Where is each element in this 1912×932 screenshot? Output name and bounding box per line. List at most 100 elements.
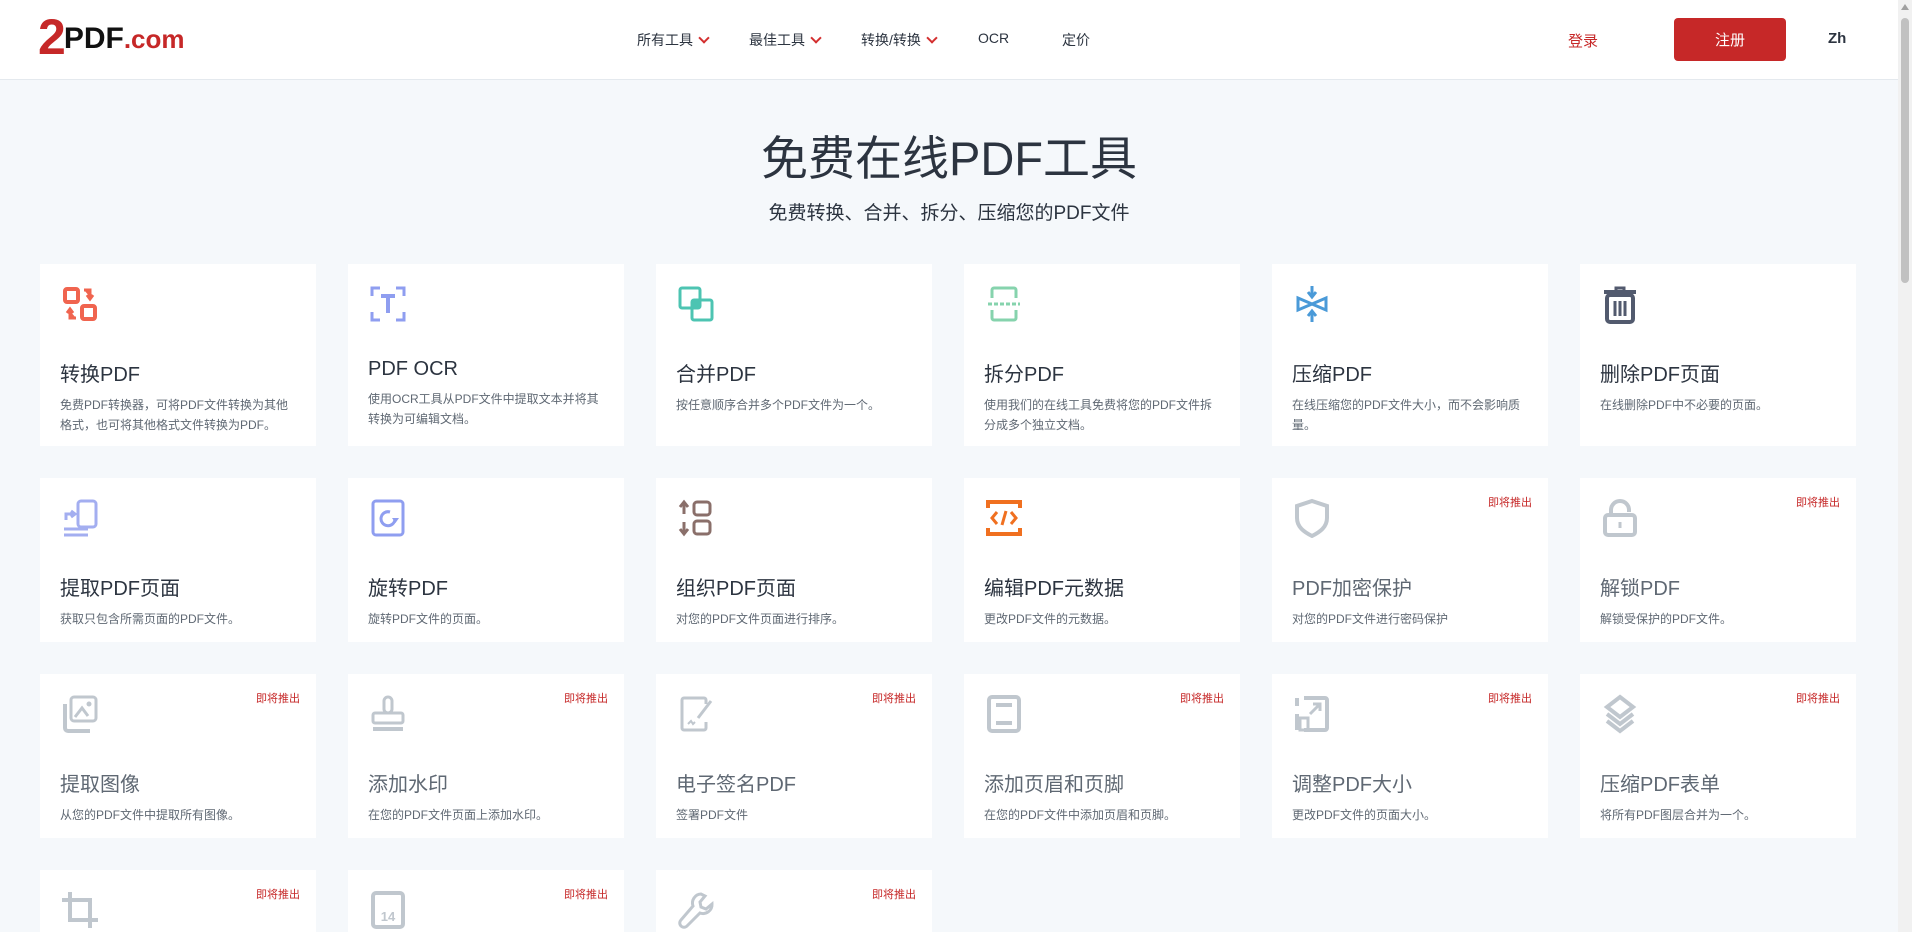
tool-card[interactable]: 转换PDF 免费PDF转换器，可将PDF文件转换为其他格式，也可将其他格式文件转换… — [40, 264, 316, 446]
nav-best-tools[interactable]: 最佳工具 — [749, 30, 820, 50]
tool-description: 从您的PDF文件中提取所有图像。 — [60, 805, 296, 825]
split-icon — [984, 284, 1024, 324]
coming-soon-badge: 即将推出 — [1180, 690, 1224, 706]
tool-card[interactable]: 即将推出解锁PDF 解锁受保护的PDF文件。 — [1580, 478, 1856, 642]
nav-pricing[interactable]: 定价 — [1062, 30, 1090, 50]
coming-soon-badge: 即将推出 — [256, 886, 300, 902]
tool-title: 拆分PDF — [984, 358, 1220, 387]
tool-title: 转换PDF — [60, 358, 296, 387]
nav-label: 最佳工具 — [749, 30, 805, 50]
nav-label: 定价 — [1062, 30, 1090, 50]
tool-card[interactable]: 即将推出 — [656, 870, 932, 932]
tools-grid: 转换PDF 免费PDF转换器，可将PDF文件转换为其他格式，也可将其他格式文件转换… — [40, 264, 1856, 932]
merge-icon — [676, 284, 716, 324]
tool-title: 删除PDF页面 — [1600, 358, 1836, 387]
tool-card[interactable]: 拆分PDF 使用我们的在线工具免费将您的PDF文件拆分成多个独立文档。 — [964, 264, 1240, 446]
tool-card[interactable]: 即将推出压缩PDF表单将所有PDF图层合并为一个。 — [1580, 674, 1856, 838]
tool-card[interactable]: 即将推出PDF加密保护对您的PDF文件进行密码保护 — [1272, 478, 1548, 642]
coming-soon-badge: 即将推出 — [1488, 690, 1532, 706]
tool-description: 在您的PDF文件中添加页眉和页脚。 — [984, 805, 1220, 825]
tool-card[interactable]: 删除PDF页面在线删除PDF中不必要的页面。 — [1580, 264, 1856, 446]
tool-description: 解锁受保护的PDF文件。 — [1600, 609, 1836, 629]
compress-icon — [1292, 284, 1332, 324]
tool-title: 调整PDF大小 — [1292, 768, 1528, 797]
tool-description: 对您的PDF文件进行密码保护 — [1292, 609, 1528, 629]
logo[interactable]: 2 PDF .com — [38, 12, 185, 62]
tool-card[interactable]: PDF OCR使用OCR工具从PDF文件中提取文本并将其转换为可编辑文档。 — [348, 264, 624, 446]
scroll-up-icon[interactable] — [1901, 4, 1909, 10]
tool-card[interactable]: 旋转PDF旋转PDF文件的页面。 — [348, 478, 624, 642]
crop-icon — [60, 890, 100, 930]
nav-ocr[interactable]: OCR — [978, 30, 1009, 46]
logo-pdf: PDF — [64, 24, 124, 54]
tool-card[interactable]: 即将推出调整PDF大小更改PDF文件的页面大小。 — [1272, 674, 1548, 838]
tool-description: 将所有PDF图层合并为一个。 — [1600, 805, 1836, 825]
tool-card[interactable]: 即将推出电子签名PDF 签署PDF文件 — [656, 674, 932, 838]
tool-card[interactable]: 组织PDF页面对您的PDF文件页面进行排序。 — [656, 478, 932, 642]
unlock-icon — [1600, 498, 1640, 538]
language-selector[interactable]: Zh — [1828, 30, 1846, 47]
svg-text:14: 14 — [381, 909, 396, 924]
convert-icon — [60, 284, 100, 324]
tool-description: 在线压缩您的PDF文件大小，而不会影响质量。 — [1292, 395, 1528, 435]
shield-icon — [1292, 498, 1332, 538]
chevron-down-icon — [698, 32, 709, 43]
tool-title: 电子签名PDF — [676, 768, 912, 797]
extract-pages-icon — [60, 498, 100, 538]
tool-card[interactable]: 即将推出添加水印在您的PDF文件页面上添加水印。 — [348, 674, 624, 838]
nav-all-tools[interactable]: 所有工具 — [637, 30, 708, 50]
tool-card[interactable]: 即将推出添加页眉和页脚在您的PDF文件中添加页眉和页脚。 — [964, 674, 1240, 838]
tool-description: 使用我们的在线工具免费将您的PDF文件拆分成多个独立文档。 — [984, 395, 1220, 435]
scrollbar-thumb[interactable] — [1901, 18, 1909, 283]
tool-title: 解锁PDF — [1600, 572, 1836, 601]
login-link[interactable]: 登录 — [1568, 30, 1598, 51]
coming-soon-badge: 即将推出 — [564, 886, 608, 902]
image-icon — [60, 694, 100, 734]
tool-description: 更改PDF文件的页面大小。 — [1292, 805, 1528, 825]
scrollbar[interactable] — [1898, 0, 1912, 932]
coming-soon-badge: 即将推出 — [872, 690, 916, 706]
page-title: 免费在线PDF工具 — [0, 120, 1898, 189]
resize-icon — [1292, 694, 1332, 734]
chevron-down-icon — [926, 32, 937, 43]
code-icon — [984, 498, 1024, 538]
tool-title: 提取PDF页面 — [60, 572, 296, 601]
nav-label: OCR — [978, 30, 1009, 46]
tool-description: 按任意顺序合并多个PDF文件为一个。 — [676, 395, 912, 415]
tool-card[interactable]: 即将推出提取图像从您的PDF文件中提取所有图像。 — [40, 674, 316, 838]
tool-description: 在线删除PDF中不必要的页面。 — [1600, 395, 1836, 415]
tool-card[interactable]: 即将推出 — [40, 870, 316, 932]
coming-soon-badge: 即将推出 — [1796, 494, 1840, 510]
organize-icon — [676, 498, 716, 538]
tool-description: 签署PDF文件 — [676, 805, 912, 825]
rotate-icon — [368, 498, 408, 538]
tool-title: 合并PDF — [676, 358, 912, 387]
page-subtitle: 免费转换、合并、拆分、压缩您的PDF文件 — [0, 198, 1898, 225]
tool-description: 更改PDF文件的元数据。 — [984, 609, 1220, 629]
stamp-icon — [368, 694, 408, 734]
tool-title: 旋转PDF — [368, 572, 604, 601]
coming-soon-badge: 即将推出 — [1796, 690, 1840, 706]
tool-title: 压缩PDF — [1292, 358, 1528, 387]
tool-title: 组织PDF页面 — [676, 572, 912, 601]
tool-card[interactable]: 合并PDF 按任意顺序合并多个PDF文件为一个。 — [656, 264, 932, 446]
tool-card[interactable]: 压缩PDF 在线压缩您的PDF文件大小，而不会影响质量。 — [1272, 264, 1548, 446]
coming-soon-badge: 即将推出 — [872, 886, 916, 902]
tool-description: 免费PDF转换器，可将PDF文件转换为其他格式，也可将其他格式文件转换为PDF。 — [60, 395, 296, 435]
tool-card[interactable]: 14 即将推出 — [348, 870, 624, 932]
tool-card[interactable]: 提取PDF页面获取只包含所需页面的PDF文件。 — [40, 478, 316, 642]
tool-description: 对您的PDF文件页面进行排序。 — [676, 609, 912, 629]
tool-description: 在您的PDF文件页面上添加水印。 — [368, 805, 604, 825]
logo-com: .com — [124, 26, 185, 52]
signup-button[interactable]: 注册 — [1674, 18, 1786, 61]
nav-convert[interactable]: 转换/转换 — [861, 30, 936, 50]
wrench-icon — [676, 890, 716, 930]
tool-description: 使用OCR工具从PDF文件中提取文本并将其转换为可编辑文档。 — [368, 389, 604, 429]
nav-label: 所有工具 — [637, 30, 693, 50]
tool-title: 压缩PDF表单 — [1600, 768, 1836, 797]
tool-card[interactable]: 编辑PDF元数据更改PDF文件的元数据。 — [964, 478, 1240, 642]
tool-description: 获取只包含所需页面的PDF文件。 — [60, 609, 296, 629]
trash-icon — [1600, 284, 1640, 324]
coming-soon-badge: 即将推出 — [1488, 494, 1532, 510]
coming-soon-badge: 即将推出 — [256, 690, 300, 706]
